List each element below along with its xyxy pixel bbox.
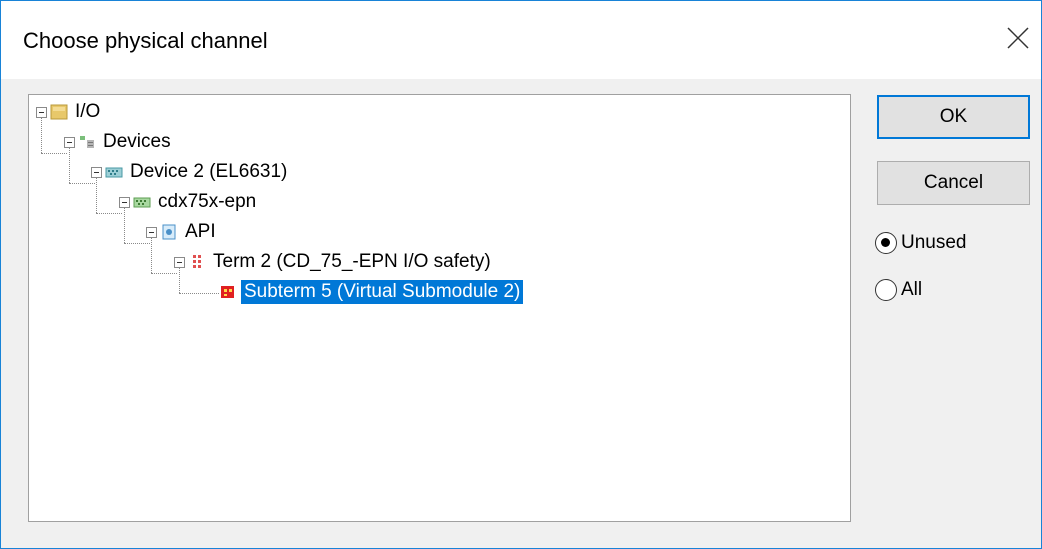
ok-button[interactable]: OK <box>877 95 1030 139</box>
close-icon[interactable] <box>1005 25 1031 51</box>
terminal-icon <box>193 255 201 268</box>
tree-node-label: Subterm 5 (Virtual Submodule 2) <box>241 280 524 304</box>
tree-node-subterm-5[interactable]: Subterm 5 (Virtual Submodule 2) <box>219 279 524 305</box>
tree-node-devices[interactable]: Devices <box>64 129 174 155</box>
subterm-icon <box>221 286 234 298</box>
tree-node-label: Term 2 (CD_75_-EPN I/O safety) <box>213 251 491 272</box>
tree-node-label: I/O <box>75 101 101 122</box>
tree-node-label: API <box>185 221 216 242</box>
collapse-icon[interactable] <box>36 106 47 118</box>
tree-node-io[interactable]: I/O <box>36 99 103 125</box>
collapse-icon[interactable] <box>119 196 130 208</box>
choose-physical-channel-dialog: Choose physical channel I/O Devices Devi… <box>0 0 1042 549</box>
collapse-icon[interactable] <box>146 226 157 238</box>
radio-unused[interactable]: Unused <box>875 230 967 256</box>
api-icon <box>162 224 176 240</box>
tree-node-device-2[interactable]: Device 2 (EL6631) <box>91 159 290 185</box>
tree-node-api[interactable]: API <box>146 219 219 245</box>
tree-node-cdx75x-epn[interactable]: cdx75x-epn <box>119 189 259 215</box>
tree-node-term-2[interactable]: Term 2 (CD_75_-EPN I/O safety) <box>174 249 494 275</box>
ethernet-device-icon <box>105 167 123 178</box>
io-folder-icon <box>50 104 68 120</box>
dialog-title: Choose physical channel <box>23 28 268 53</box>
radio-all[interactable]: All <box>875 277 922 303</box>
radio-unchecked-icon[interactable] <box>875 279 897 301</box>
title-bar: Choose physical channel <box>1 1 1041 79</box>
devices-icon <box>80 136 94 148</box>
radio-checked-icon[interactable] <box>875 232 897 254</box>
channel-tree[interactable]: I/O Devices Device 2 (EL6631) cdx75x-epn… <box>28 94 851 522</box>
tree-node-label: cdx75x-epn <box>158 191 257 212</box>
network-box-icon <box>133 197 151 208</box>
tree-node-label: Devices <box>103 131 171 152</box>
radio-unused-label: Unused <box>901 232 967 253</box>
cancel-button[interactable]: Cancel <box>877 161 1030 205</box>
radio-all-label: All <box>901 279 923 300</box>
collapse-icon[interactable] <box>91 166 102 178</box>
collapse-icon[interactable] <box>64 136 75 148</box>
collapse-icon[interactable] <box>174 256 185 268</box>
tree-node-label: Device 2 (EL6631) <box>130 161 288 182</box>
